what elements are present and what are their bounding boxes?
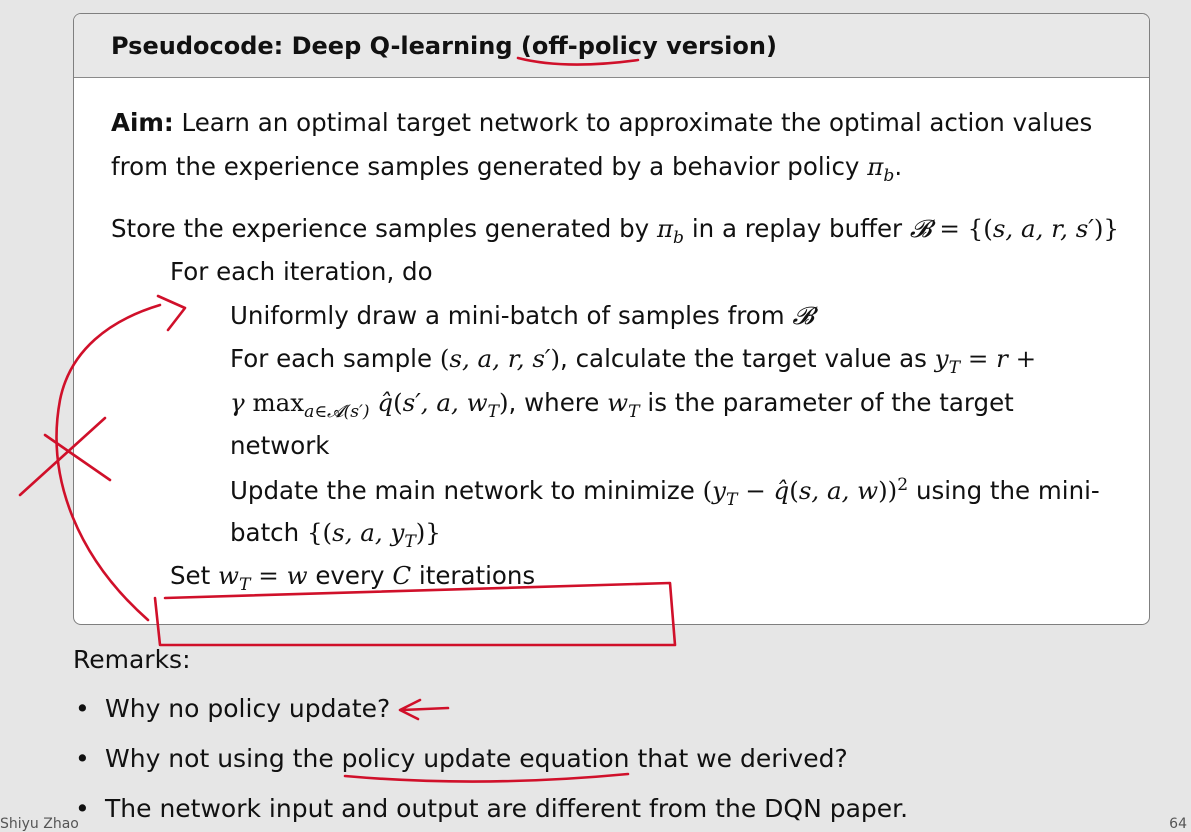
- where-text: , where: [508, 388, 600, 417]
- sample-text-2: , calculate the target value as: [560, 344, 927, 373]
- remark-item-1: • Why no policy update?: [75, 694, 390, 723]
- math-w-t: wT: [607, 388, 640, 422]
- network-text: network: [230, 431, 330, 460]
- batch-line: batch {(s, a, yT)}: [230, 518, 441, 552]
- bullet-icon: •: [75, 794, 90, 823]
- remark-text-1: Why no policy update?: [105, 694, 391, 723]
- for-each-iteration-line: For each iteration, do: [170, 257, 433, 286]
- store-text: Store the experience samples generated b…: [111, 214, 650, 243]
- math-batch: {(s, a, yT)}: [306, 518, 441, 552]
- aim-label: Aim:: [111, 108, 174, 137]
- remarks-title: Remarks:: [73, 645, 191, 674]
- math-set-weights: wT = w: [218, 561, 308, 595]
- math-replay-buffer: 𝓑 = {(s, a, r, s′)}: [909, 214, 1120, 243]
- remark-text-3: The network input and output are differe…: [105, 794, 909, 823]
- draw-text: Uniformly draw a mini-batch of samples f…: [230, 301, 785, 330]
- aim-text-2: from the experience samples generated by…: [111, 152, 860, 181]
- math-max-q: γ maxa∈𝓐(s′) q̂(s′, a, wT): [230, 388, 509, 422]
- set-line: Set wT = w every C iterations: [170, 561, 535, 595]
- update-text: Update the main network to minimize: [230, 476, 695, 506]
- pseudocode-box: Pseudocode: Deep Q-learning (off-policy …: [73, 13, 1150, 625]
- update-line: Update the main network to minimize (yT …: [230, 475, 1100, 510]
- bullet-icon: •: [75, 694, 90, 723]
- aim-line-1: Aim: Learn an optimal target network to …: [111, 108, 1092, 137]
- math-buffer: 𝓑: [792, 301, 815, 330]
- every-text: every: [315, 561, 385, 590]
- math-c: C: [392, 561, 412, 590]
- underline-policy-update-equation: [343, 772, 630, 783]
- bullet-icon: •: [75, 744, 90, 773]
- where-text-2: is the parameter of the target: [647, 388, 1014, 417]
- remark-item-2: • Why not using the policy update equatio…: [75, 744, 848, 773]
- aim-line-2: from the experience samples generated by…: [111, 152, 903, 186]
- target-formula-line: γ maxa∈𝓐(s′) q̂(s′, a, wT), where wT is …: [230, 388, 1014, 422]
- draw-line: Uniformly draw a mini-batch of samples f…: [230, 301, 814, 330]
- pseudocode-header: Pseudocode: Deep Q-learning (off-policy …: [74, 14, 1149, 78]
- network-line: network: [230, 431, 330, 460]
- store-text-2: in a replay buffer: [691, 214, 903, 243]
- sample-line: For each sample (s, a, r, s′), calculate…: [230, 344, 1036, 378]
- batch-text: batch: [230, 518, 300, 547]
- store-line: Store the experience samples generated b…: [111, 214, 1119, 248]
- for-each-iteration-text: For each iteration, do: [170, 257, 433, 286]
- math-loss: (yT − q̂(s, a, w))2: [702, 475, 909, 511]
- arrow-to-question: [398, 698, 450, 721]
- iterations-text: iterations: [418, 561, 536, 590]
- remark-text-2: Why not using the policy update equation…: [105, 744, 848, 773]
- aim-text-1: Learn an optimal target network to appro…: [181, 108, 1093, 137]
- remark-item-3: • The network input and output are differ…: [75, 794, 908, 823]
- math-target-y: yT = r +: [934, 344, 1037, 378]
- pseudocode-title: Pseudocode: Deep Q-learning (off-policy …: [111, 31, 777, 60]
- sample-text: For each sample: [230, 344, 433, 373]
- math-pi-b-2: πb: [656, 214, 685, 248]
- update-text-2: using the mini-: [915, 476, 1100, 506]
- set-text: Set: [170, 561, 211, 590]
- math-pi-b: πb: [867, 152, 895, 186]
- math-sample: (s, a, r, s′): [439, 344, 561, 373]
